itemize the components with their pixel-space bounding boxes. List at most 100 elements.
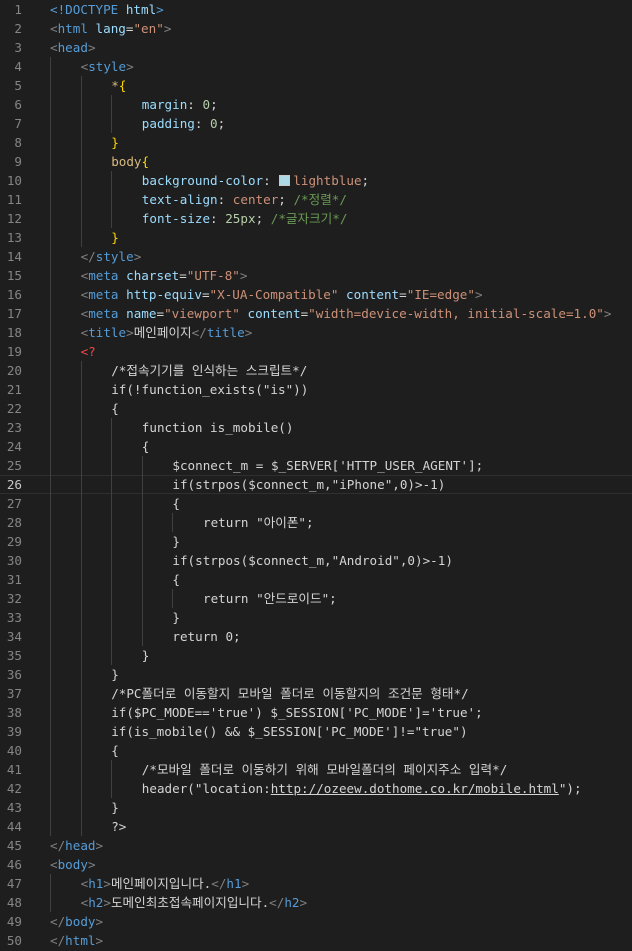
- code-line[interactable]: 3 <head>: [0, 38, 632, 57]
- line-number: 17: [6, 306, 22, 321]
- line-number: 49: [6, 914, 22, 929]
- code-token: >: [156, 2, 164, 17]
- code-line[interactable]: 21 if(!function_exists("is")): [0, 380, 632, 399]
- indent-guide: [80, 399, 82, 418]
- code-line[interactable]: 18 <title>메인페이지</title>: [0, 323, 632, 342]
- code-line[interactable]: 46 <body>: [0, 855, 632, 874]
- code-token: lang: [95, 21, 126, 36]
- code-line[interactable]: 39 if(is_mobile() && $_SESSION['PC_MODE']…: [0, 722, 632, 741]
- code-token: html: [65, 933, 96, 948]
- indent-guide: [50, 817, 51, 836]
- line-number: 20: [6, 363, 22, 378]
- code-line[interactable]: 42 header("location:http://ozeew.dothome.…: [0, 779, 632, 798]
- code-token: title: [88, 325, 127, 340]
- code-line[interactable]: 33}: [0, 608, 632, 627]
- code-line[interactable]: 16 <meta http-equiv="X-UA-Compatible" con…: [0, 285, 632, 304]
- indent-guide: [111, 114, 113, 133]
- code-line[interactable]: 15 <meta charset="UTF-8">: [0, 266, 632, 285]
- code-line[interactable]: 5 *{: [0, 76, 632, 95]
- code-editor[interactable]: 1 <!DOCTYPE html> 2 <html lang="en"> 3 <head>…: [0, 0, 632, 951]
- indent-guide: [111, 475, 113, 494]
- code-token: /*모바일 폴더로 이동하기 위해 모바일폴더의 페이지주소 입력*/: [141, 762, 508, 777]
- code-line[interactable]: 2 <html lang="en">: [0, 19, 632, 38]
- code-line[interactable]: 50 </html>: [0, 931, 632, 950]
- code-token: =: [156, 306, 165, 321]
- code-line[interactable]: 38 if($PC_MODE=='true') $_SESSION['PC_MOD…: [0, 703, 632, 722]
- code-token: if(strpos($connect_m,"Android",0)>-1): [172, 553, 453, 568]
- indent-guide: [50, 684, 51, 703]
- code-line[interactable]: 23 function is_mobile(): [0, 418, 632, 437]
- code-token: content: [247, 306, 301, 321]
- code-line[interactable]: 6 margin: 0;: [0, 95, 632, 114]
- code-line[interactable]: 10 background-color: lightblue;: [0, 171, 632, 190]
- line-content: </body>: [50, 912, 103, 931]
- code-line[interactable]: 9 body{: [0, 152, 632, 171]
- code-line[interactable]: 13}: [0, 228, 632, 247]
- line-content: /*모바일 폴더로 이동하기 위해 모바일폴더의 페이지주소 입력*/: [142, 760, 507, 779]
- line-content: body{: [111, 152, 149, 171]
- code-line[interactable]: 40 {: [0, 741, 632, 760]
- url-link[interactable]: http://ozeew.dothome.co.kr/mobile.html: [271, 781, 559, 796]
- code-line[interactable]: 22 {: [0, 399, 632, 418]
- indent-guide: [141, 570, 143, 589]
- code-line[interactable]: 27 {: [0, 494, 632, 513]
- indent-guide: [80, 589, 82, 608]
- code-token: 0: [202, 97, 211, 112]
- code-line[interactable]: 29}: [0, 532, 632, 551]
- code-token: >: [87, 857, 96, 872]
- indent-guide: [80, 570, 82, 589]
- code-token: 도메인최초접속페이지입니다.: [110, 895, 270, 910]
- code-line[interactable]: 36}: [0, 665, 632, 684]
- code-line[interactable]: 48 <h2>도메인최초접속페이지입니다.</h2>: [0, 893, 632, 912]
- code-token: ;: [217, 116, 226, 131]
- code-line[interactable]: 43}: [0, 798, 632, 817]
- line-number: 24: [6, 439, 22, 454]
- code-line[interactable]: 26 if(strpos($connect_m,"iPhone",0)>-1): [0, 475, 632, 494]
- code-line[interactable]: 41 /*모바일 폴더로 이동하기 위해 모바일폴더의 페이지주소 입력*/: [0, 760, 632, 779]
- code-line[interactable]: 49 </body>: [0, 912, 632, 931]
- code-line[interactable]: 20 /*접속기기를 인식하는 스크립트*/: [0, 361, 632, 380]
- line-number: 30: [6, 553, 22, 568]
- code-line[interactable]: 1 <!DOCTYPE html>: [0, 0, 632, 19]
- line-content: </style>: [81, 247, 142, 266]
- code-line[interactable]: 17 <meta name="viewport" content="width=d…: [0, 304, 632, 323]
- code-token: padding: [141, 116, 195, 131]
- color-swatch-icon[interactable]: [279, 175, 291, 186]
- indent-guide: [111, 608, 113, 627]
- code-line[interactable]: 45 </head>: [0, 836, 632, 855]
- indent-guide: [80, 722, 82, 741]
- indent-guide: [111, 551, 113, 570]
- code-line[interactable]: 47 <h1>메인페이지입니다.</h1>: [0, 874, 632, 893]
- code-line[interactable]: 28 return "아이폰";: [0, 513, 632, 532]
- code-line[interactable]: 31 {: [0, 570, 632, 589]
- code-line[interactable]: 30 if(strpos($connect_m,"Android",0)>-1): [0, 551, 632, 570]
- code-line[interactable]: 25 $connect_m = $_SERVER['HTTP_USER_AGENT…: [0, 456, 632, 475]
- line-number: 50: [6, 933, 22, 948]
- code-token: text-align: [141, 192, 218, 207]
- code-line[interactable]: 34 return 0;: [0, 627, 632, 646]
- code-line[interactable]: 35}: [0, 646, 632, 665]
- code-line[interactable]: 11 text-align: center; /*정렬*/: [0, 190, 632, 209]
- code-line[interactable]: 37 /*PC폴더로 이동할지 모바일 폴더로 이동할지의 조건문 형태*/: [0, 684, 632, 703]
- line-number: 5: [14, 78, 22, 93]
- code-line[interactable]: 12 font-size: 25px; /*글자크기*/: [0, 209, 632, 228]
- line-number: 9: [14, 154, 22, 169]
- code-token: meta: [88, 306, 119, 321]
- code-line[interactable]: 4 <style>: [0, 57, 632, 76]
- line-content: <h2>도메인최초접속페이지입니다.</h2>: [81, 893, 308, 912]
- code-line[interactable]: 32 return "안드로이드";: [0, 589, 632, 608]
- code-line[interactable]: 8}: [0, 133, 632, 152]
- indent-guide: [80, 608, 82, 627]
- code-line[interactable]: 24 {: [0, 437, 632, 456]
- code-token: }: [111, 800, 119, 815]
- code-line[interactable]: 7 padding: 0;: [0, 114, 632, 133]
- indent-guide: [111, 532, 113, 551]
- indent-guide: [80, 228, 82, 247]
- code-token: >: [163, 21, 172, 36]
- code-token: <!DOCTYPE: [50, 2, 126, 17]
- indent-guide: [50, 646, 51, 665]
- line-number: 46: [6, 857, 22, 872]
- code-line[interactable]: 44 ?>: [0, 817, 632, 836]
- code-line[interactable]: 19 <?: [0, 342, 632, 361]
- code-line[interactable]: 14 </style>: [0, 247, 632, 266]
